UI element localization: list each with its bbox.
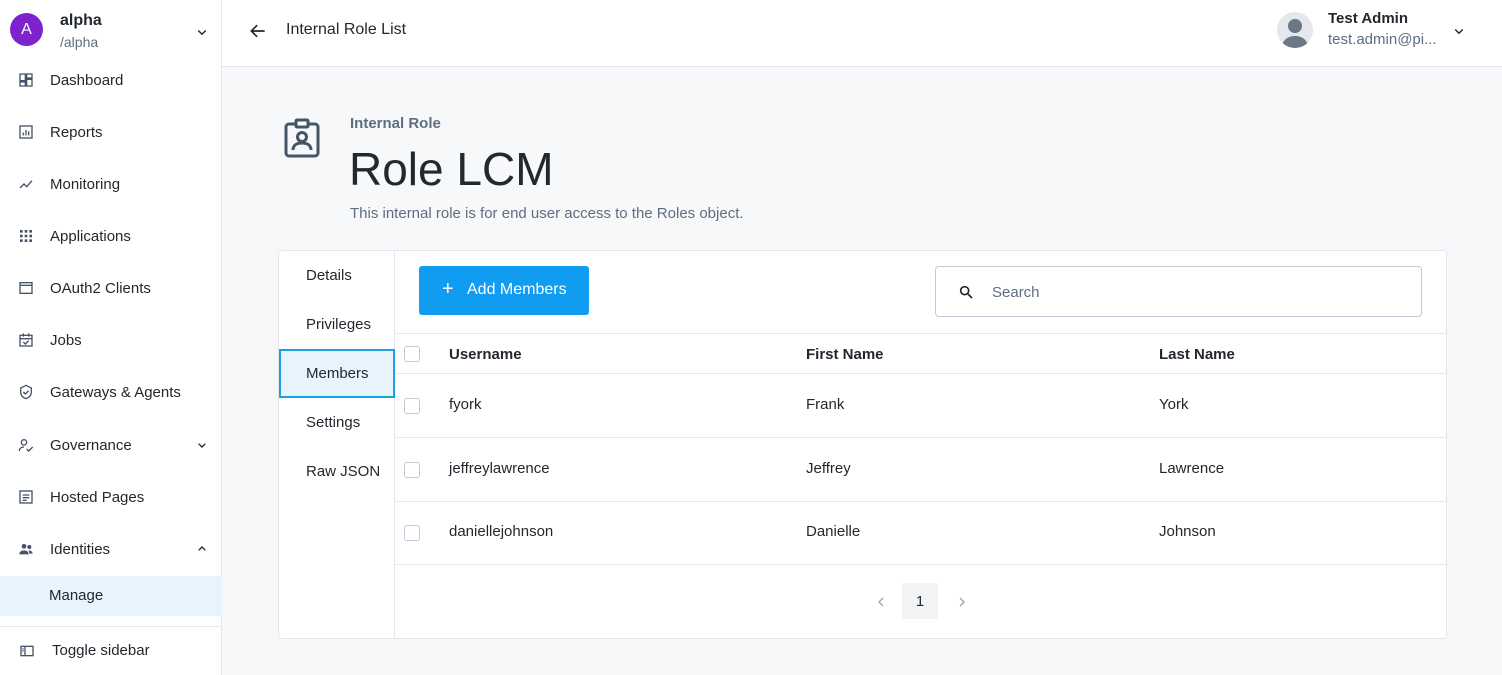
user-name: Test Admin	[1328, 10, 1409, 27]
sidebar-item-label: Jobs	[50, 331, 82, 349]
back-arrow-icon[interactable]	[248, 21, 268, 41]
search-icon	[959, 285, 973, 299]
add-members-label: Add Members	[467, 281, 567, 298]
tab-privileges[interactable]: Privileges	[279, 300, 395, 349]
user-email: test.admin@pi...	[1328, 31, 1437, 48]
sidebar-item-label: Applications	[50, 227, 131, 245]
tab-label: Settings	[306, 414, 361, 431]
row-checkbox[interactable]	[404, 398, 420, 414]
table-header: Username First Name Last Name	[395, 333, 1446, 374]
dashboard-icon	[19, 73, 33, 87]
sidebar-divider	[0, 626, 222, 627]
role-card: Details Privileges Members Settings Raw …	[278, 250, 1447, 639]
sidebar-item-oauth2-clients[interactable]: OAuth2 Clients	[0, 266, 222, 310]
search-box[interactable]	[935, 266, 1422, 317]
identities-icon	[19, 544, 33, 555]
tab-label: Details	[306, 267, 352, 284]
avatar[interactable]	[1277, 12, 1313, 48]
sidebar-item-hosted-pages[interactable]: Hosted Pages	[0, 475, 222, 519]
plus-icon: +	[442, 278, 454, 300]
cell-username: daniellejohnson	[449, 523, 554, 540]
reports-icon	[19, 125, 33, 139]
sidebar-item-monitoring[interactable]: Monitoring	[0, 162, 222, 206]
sidebar-item-label: Reports	[50, 123, 103, 141]
toggle-sidebar-icon	[20, 645, 34, 657]
realm-path: /alpha	[60, 34, 99, 50]
table-row[interactable]: daniellejohnson Danielle Johnson	[395, 501, 1446, 565]
sidebar-item-label: Identities	[50, 540, 111, 558]
chevron-right-icon[interactable]	[954, 594, 970, 610]
chevron-down-icon	[197, 29, 207, 36]
page-number[interactable]: 1	[902, 583, 938, 619]
page-title: Role LCM	[349, 143, 554, 195]
applications-icon	[20, 230, 32, 242]
chevron-down-icon[interactable]	[1450, 22, 1468, 40]
chevron-up-icon	[198, 546, 206, 551]
column-header-first-name[interactable]: First Name	[806, 346, 884, 363]
toggle-sidebar-button[interactable]: Toggle sidebar	[0, 631, 222, 671]
jobs-icon	[19, 333, 33, 347]
tab-label: Raw JSON	[306, 463, 381, 480]
sidebar-item-manage[interactable]: Manage	[0, 576, 222, 616]
cell-last-name: Johnson	[1159, 523, 1216, 540]
tab-label: Members	[306, 365, 369, 382]
cell-first-name: Frank	[806, 396, 845, 413]
chevron-down-icon	[198, 443, 206, 448]
cell-first-name: Danielle	[806, 523, 861, 540]
table-row[interactable]: fyork Frank York	[395, 374, 1446, 438]
sidebar-item-label: OAuth2 Clients	[50, 279, 151, 297]
page-overline: Internal Role	[350, 115, 441, 132]
add-members-button[interactable]: + Add Members	[419, 266, 589, 315]
tab-settings[interactable]: Settings	[279, 398, 395, 447]
chevron-left-icon[interactable]	[873, 594, 889, 610]
cell-username: fyork	[449, 396, 482, 413]
governance-icon	[18, 439, 34, 452]
sidebar-item-applications[interactable]: Applications	[0, 214, 222, 258]
tab-label: Privileges	[306, 316, 372, 333]
sidebar-item-label: Dashboard	[50, 71, 124, 89]
sidebar-item-label: Governance	[50, 436, 132, 454]
realm-name: alpha	[60, 12, 102, 29]
search-input[interactable]	[992, 281, 1392, 303]
sidebar-item-gateways-agents[interactable]: Gateways & Agents	[0, 370, 222, 414]
sidebar-item-reports[interactable]: Reports	[0, 110, 222, 154]
column-header-username[interactable]: Username	[449, 346, 522, 363]
select-all-checkbox[interactable]	[404, 346, 420, 362]
row-checkbox[interactable]	[404, 462, 420, 478]
sidebar-item-identities[interactable]: Identities	[0, 527, 222, 571]
page-subtitle: This internal role is for end user acces…	[350, 205, 744, 222]
sidebar-subitem-label: Manage	[49, 587, 104, 604]
sidebar-item-label: Monitoring	[50, 175, 121, 193]
sidebar-item-label: Gateways & Agents	[50, 383, 181, 401]
tab-details[interactable]: Details	[279, 251, 395, 300]
oauth2-icon	[19, 282, 33, 294]
tab-list: Details Privileges Members Settings Raw …	[279, 251, 395, 638]
toggle-sidebar-label: Toggle sidebar	[52, 642, 150, 659]
realm-avatar: A	[10, 13, 43, 46]
hosted-pages-icon	[19, 490, 33, 504]
sidebar-item-label: Hosted Pages	[50, 488, 145, 506]
role-badge-icon	[284, 118, 320, 158]
row-checkbox[interactable]	[404, 525, 420, 541]
realm-switcher[interactable]: A alpha /alpha	[0, 0, 222, 58]
table-row[interactable]: jeffreylawrence Jeffrey Lawrence	[395, 438, 1446, 502]
sidebar: A alpha /alpha Dashboard Reports Monitor…	[0, 0, 222, 675]
shield-icon	[20, 384, 32, 400]
top-header: Internal Role List Test Admin test.admin…	[222, 0, 1502, 67]
sidebar-item-dashboard[interactable]: Dashboard	[0, 58, 222, 102]
cell-username: jeffreylawrence	[449, 460, 550, 477]
sidebar-item-jobs[interactable]: Jobs	[0, 318, 222, 362]
breadcrumb[interactable]: Internal Role List	[286, 21, 406, 39]
user-silhouette-icon	[1282, 19, 1308, 48]
sidebar-item-governance[interactable]: Governance	[0, 423, 222, 467]
cell-last-name: Lawrence	[1159, 460, 1225, 477]
monitoring-icon	[19, 180, 33, 189]
column-header-last-name[interactable]: Last Name	[1159, 346, 1235, 363]
tab-members[interactable]: Members	[279, 349, 395, 398]
cell-last-name: York	[1159, 396, 1189, 413]
cell-first-name: Jeffrey	[806, 460, 851, 477]
tab-raw-json[interactable]: Raw JSON	[279, 447, 395, 496]
